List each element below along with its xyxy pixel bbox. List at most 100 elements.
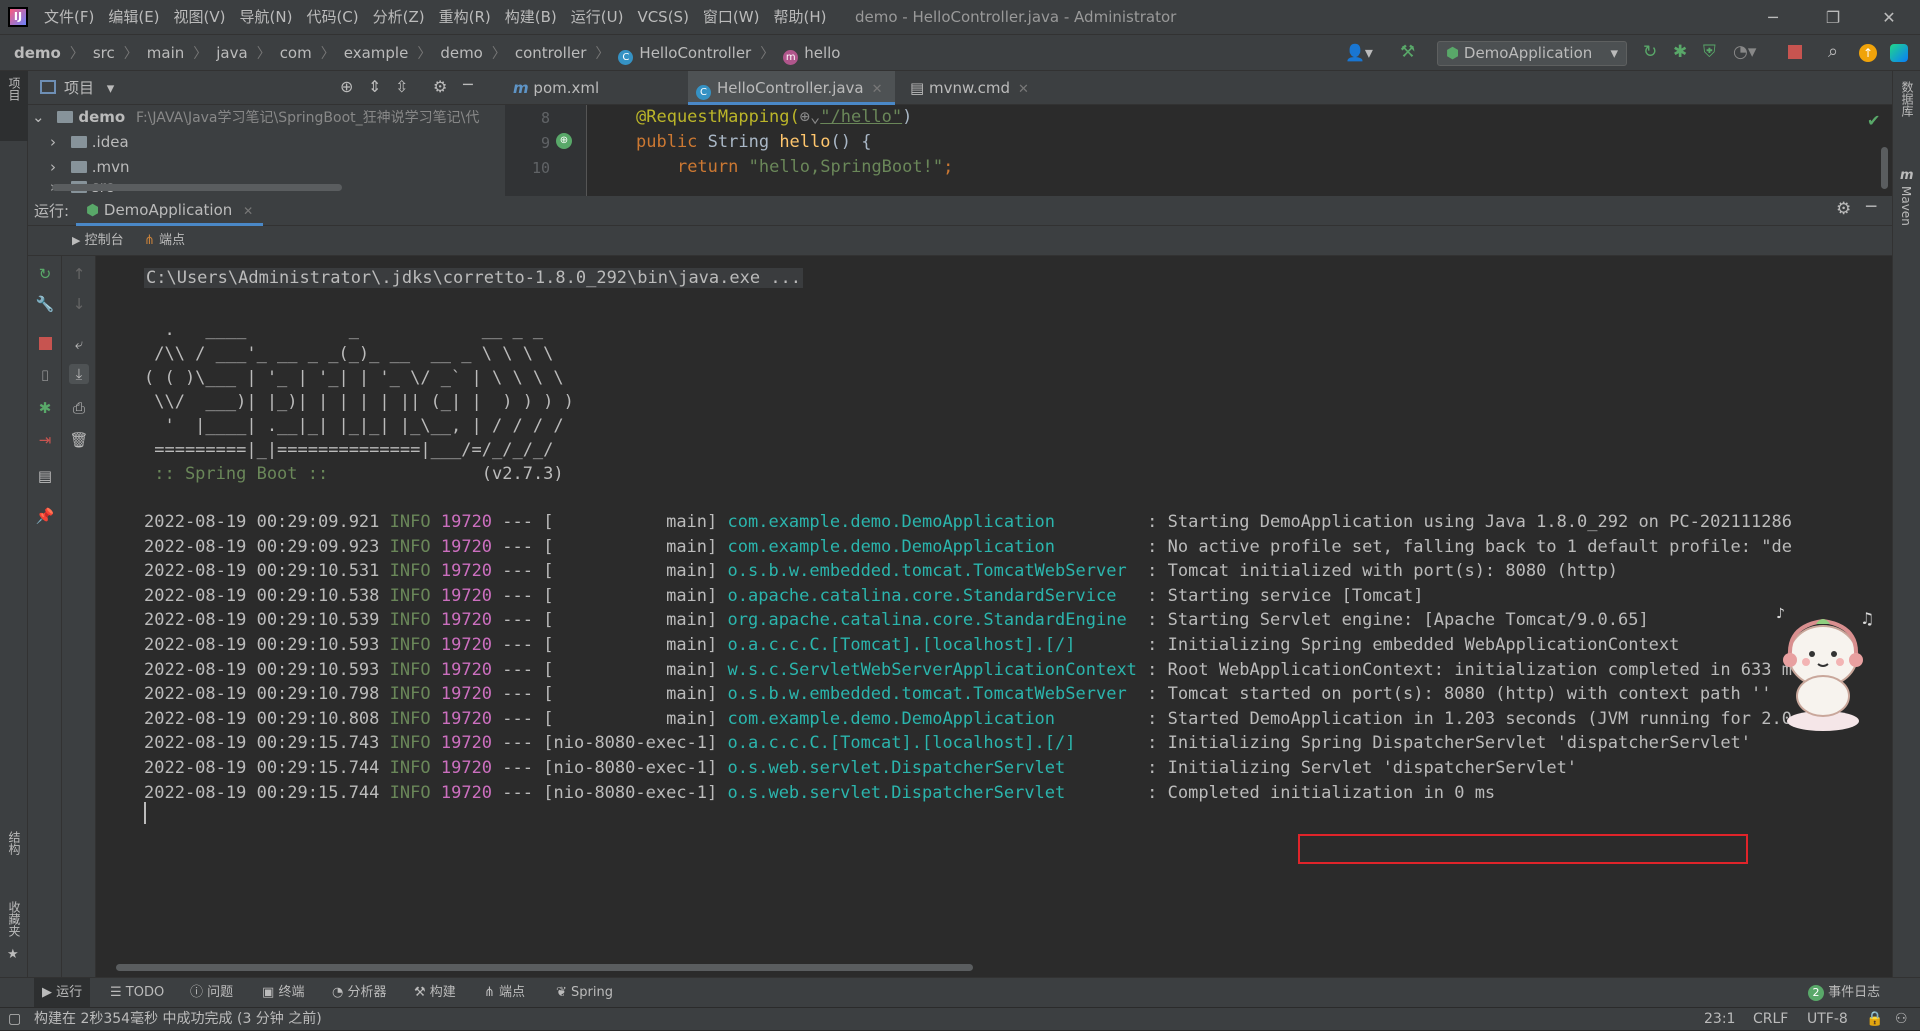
crumb-src[interactable]: src	[93, 35, 115, 71]
menu-navigate[interactable]: 导航(N)	[240, 0, 293, 35]
menu-code[interactable]: 代码(C)	[306, 0, 358, 35]
debug-icon[interactable]: ✱	[1673, 42, 1687, 62]
crumb-class[interactable]: HelloController	[639, 35, 751, 71]
endpoint-gutter-icon[interactable]: ⊕	[556, 133, 572, 149]
crumb-method[interactable]: hello	[804, 35, 840, 71]
menu-build[interactable]: 构建(B)	[505, 0, 557, 35]
menu-window[interactable]: 窗口(W)	[703, 0, 760, 35]
run-configuration-select[interactable]: ⬢ DemoApplication ▾	[1437, 41, 1627, 66]
event-log-button[interactable]: 2 事件日志	[1808, 978, 1880, 1008]
console-horizontal-scrollbar[interactable]	[116, 964, 973, 971]
expand-all-icon[interactable]: ⇕	[368, 77, 381, 96]
build-hammer-icon[interactable]: ⚒	[1400, 42, 1415, 62]
close-icon[interactable]: ✕	[872, 82, 883, 97]
gear-icon[interactable]: ⚙	[433, 77, 447, 96]
menu-view[interactable]: 视图(V)	[174, 0, 226, 35]
gear-icon[interactable]: ⚙	[1836, 199, 1851, 219]
close-window-button[interactable]: ✕	[1866, 0, 1912, 35]
tool-tab-problems[interactable]: ⓘ 问题	[190, 978, 233, 1008]
line-separator[interactable]: CRLF	[1753, 1008, 1788, 1031]
print-icon[interactable]: ⎙	[69, 398, 89, 418]
up-arrow-icon[interactable]: ↑	[69, 264, 89, 284]
close-icon[interactable]: ✕	[1018, 82, 1029, 97]
crumb-project[interactable]: demo	[14, 35, 61, 71]
crumb-main[interactable]: main	[147, 35, 184, 71]
tab-console[interactable]: ▶ 控制台	[66, 226, 130, 256]
tree-row-mvn[interactable]: › .mvn	[28, 155, 505, 180]
status-message[interactable]: 构建在 2秒354毫秒 中成功完成 (3 分钟 之前)	[34, 1008, 322, 1031]
menu-help[interactable]: 帮助(H)	[773, 0, 826, 35]
hide-panel-icon[interactable]: ─	[1866, 197, 1876, 217]
project-scrollbar[interactable]	[52, 184, 342, 191]
structure-tool-button[interactable]: 结构	[6, 831, 23, 855]
down-arrow-icon[interactable]: ↓	[69, 294, 89, 314]
crumb-example[interactable]: example	[344, 35, 409, 71]
inspection-icon[interactable]: ⚇	[1895, 1008, 1908, 1031]
tool-tab-profiler[interactable]: ◔ 分析器	[332, 978, 387, 1008]
tool-tab-run[interactable]: ▶ 运行	[34, 978, 91, 1008]
menu-refactor[interactable]: 重构(R)	[439, 0, 491, 35]
tool-tab-spring[interactable]: ❦ Spring	[556, 978, 613, 1008]
log-message: : Starting service [Tomcat]	[1147, 585, 1424, 606]
stop-icon[interactable]	[35, 334, 55, 354]
log-thread: [ main]	[543, 512, 718, 532]
update-icon[interactable]: ↑	[1859, 44, 1877, 62]
crumb-controller[interactable]: controller	[515, 35, 587, 71]
profile-icon[interactable]: ◔▾	[1733, 42, 1756, 62]
project-panel: 项目 ▾ ⊕ ⇕ ⇳ ⚙ ─ ⌄ demo F:\JAVA\Java学习笔记\S…	[28, 71, 505, 196]
trash-icon[interactable]: 🗑	[69, 430, 89, 450]
minimize-button[interactable]: ─	[1750, 0, 1796, 35]
menu-file[interactable]: 文件(F)	[44, 0, 94, 35]
rerun-icon[interactable]: ↻	[35, 264, 55, 284]
pin-icon[interactable]: 📌	[35, 506, 55, 526]
hide-panel-icon[interactable]: ─	[463, 75, 473, 94]
tree-row-root[interactable]: ⌄ demo F:\JAVA\Java学习笔记\SpringBoot_狂神说学习…	[28, 105, 505, 130]
console-output[interactable]: C:\Users\Administrator\.jdks\corretto-1.…	[96, 256, 1892, 977]
tab-pom-xml[interactable]: m pom.xml (demo)✕	[505, 71, 663, 131]
search-icon[interactable]: ⌕	[1828, 41, 1838, 62]
file-encoding[interactable]: UTF-8	[1807, 1008, 1848, 1031]
tool-tab-todo[interactable]: ☰ TODO	[110, 978, 164, 1008]
favorites-tool-button[interactable]: 收藏夹	[6, 901, 23, 937]
database-tool-button[interactable]: 数据库	[1899, 81, 1916, 117]
collapse-all-icon[interactable]: ⇳	[395, 77, 408, 96]
coverage-icon[interactable]: ⛨	[1703, 42, 1716, 62]
lock-icon[interactable]: 🔒	[1866, 1008, 1883, 1031]
project-tool-button[interactable]: 项目	[0, 71, 28, 141]
close-icon[interactable]: ✕	[243, 204, 253, 218]
menu-analyze[interactable]: 分析(Z)	[373, 0, 425, 35]
user-icon[interactable]: 👤▾	[1345, 43, 1373, 62]
debug-icon[interactable]: ✱	[35, 398, 55, 418]
menu-run[interactable]: 运行(U)	[571, 0, 624, 35]
menu-edit[interactable]: 编辑(E)	[108, 0, 159, 35]
locate-icon[interactable]: ⊕	[340, 77, 353, 96]
tree-row-idea[interactable]: › .idea	[28, 130, 505, 155]
tab-mvnw-cmd[interactable]: ▤ mvnw.cmd ✕	[902, 71, 1062, 105]
menu-vcs[interactable]: VCS(S)	[637, 0, 688, 35]
editor-scrollbar[interactable]	[1881, 147, 1888, 189]
toolbox-icon[interactable]	[1890, 44, 1908, 62]
log-logger: w.s.c.ServletWebServerApplicationContext	[727, 659, 1137, 680]
tool-tab-endpoints[interactable]: ⋔ 端点	[484, 978, 525, 1008]
restore-button[interactable]: ❐	[1810, 0, 1856, 35]
rerun-icon[interactable]: ↻	[1643, 42, 1657, 62]
soft-wrap-icon[interactable]: ⤶	[69, 334, 89, 354]
wrench-icon[interactable]: 🔧	[35, 294, 55, 314]
project-view-select[interactable]: 项目 ▾	[64, 71, 114, 105]
camera-icon[interactable]: ⌷	[35, 366, 55, 386]
maven-tool-button[interactable]: Maven	[1899, 186, 1913, 226]
stop-icon[interactable]	[1788, 45, 1802, 59]
layout-icon[interactable]: ▤	[35, 466, 55, 486]
crumb-java[interactable]: java	[216, 35, 247, 71]
crumb-com[interactable]: com	[280, 35, 312, 71]
tab-hellocontroller[interactable]: C HelloController.java ✕	[688, 71, 895, 105]
exit-icon[interactable]: ⇥	[35, 430, 55, 450]
tool-tab-build[interactable]: ⚒ 构建	[414, 978, 456, 1008]
tab-endpoints[interactable]: ⋔ 端点	[138, 226, 191, 256]
crumb-demo[interactable]: demo	[440, 35, 483, 71]
scroll-to-end-icon[interactable]: ⤓	[69, 364, 89, 384]
status-toggle-icon[interactable]: ▢	[8, 1008, 21, 1031]
caret-position[interactable]: 23:1	[1704, 1008, 1735, 1031]
run-tab-demoapplication[interactable]: ⬢ DemoApplication ✕	[76, 196, 264, 226]
tool-tab-terminal[interactable]: ▣ 终端	[262, 978, 304, 1008]
